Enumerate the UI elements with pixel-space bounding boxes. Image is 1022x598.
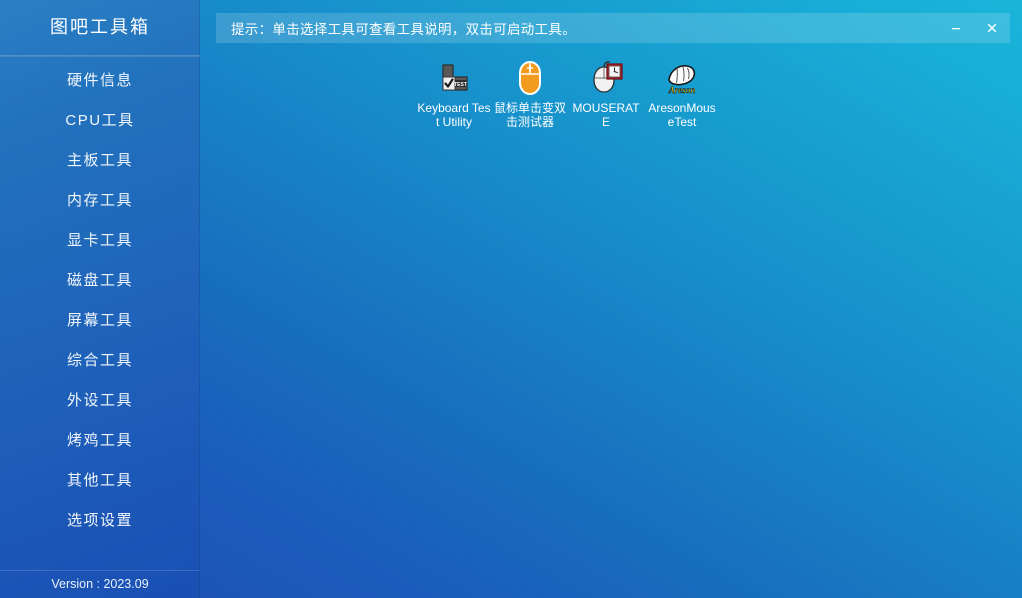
tool-item-areson-mouse-test[interactable]: Areson AresonMouseTest	[644, 55, 720, 129]
sidebar-item-disk-tools[interactable]: 磁盘工具	[0, 261, 200, 301]
sidebar-item-cpu-tools[interactable]: CPU工具	[0, 101, 200, 141]
tool-label: MOUSERATE	[572, 101, 640, 129]
sidebar-item-peripheral-tools[interactable]: 外设工具	[0, 381, 200, 421]
sidebar-menu: 硬件信息 CPU工具 主板工具 内存工具 显卡工具 磁盘工具 屏幕工具 综合工具…	[0, 57, 200, 541]
tool-item-keyboard-test-utility[interactable]: TEST Keyboard Test Utility	[416, 55, 492, 129]
sidebar-footer: Version : 2023.09	[0, 570, 200, 598]
hint-bar: 提示：单击选择工具可查看工具说明，双击可启动工具。	[216, 13, 1010, 43]
orange-mouse-icon	[509, 57, 551, 99]
sidebar-item-gpu-tools[interactable]: 显卡工具	[0, 221, 200, 261]
keyboard-test-icon: TEST	[433, 57, 475, 99]
sidebar-item-stress-test-tools[interactable]: 烤鸡工具	[0, 421, 200, 461]
sidebar-item-hardware-info[interactable]: 硬件信息	[0, 61, 200, 101]
minimize-button[interactable]	[938, 13, 974, 43]
areson-mouse-icon: Areson	[661, 57, 703, 99]
sidebar-item-screen-tools[interactable]: 屏幕工具	[0, 301, 200, 341]
app-title: 图吧工具箱	[50, 17, 150, 37]
sidebar-item-motherboard-tools[interactable]: 主板工具	[0, 141, 200, 181]
window-controls	[938, 13, 1010, 43]
version-label: Version : 2023.09	[51, 577, 149, 591]
sidebar-item-settings[interactable]: 选项设置	[0, 501, 200, 541]
hint-text: 提示：单击选择工具可查看工具说明，双击可启动工具。	[231, 22, 576, 37]
svg-text:Areson: Areson	[668, 85, 696, 95]
mouse-rate-icon	[585, 57, 627, 99]
sidebar-item-memory-tools[interactable]: 内存工具	[0, 181, 200, 221]
main-content: 提示：单击选择工具可查看工具说明，双击可启动工具。 TEST Keyboard …	[200, 0, 1022, 598]
close-icon	[987, 23, 997, 33]
tool-label: Keyboard Test Utility	[417, 101, 491, 129]
sidebar: 图吧工具箱 硬件信息 CPU工具 主板工具 内存工具 显卡工具 磁盘工具 屏幕工…	[0, 0, 200, 598]
tool-item-mouserate[interactable]: MOUSERATE	[568, 55, 644, 129]
tool-label: 鼠标单击变双击测试器	[493, 101, 566, 129]
sidebar-item-other-tools[interactable]: 其他工具	[0, 461, 200, 501]
svg-text:TEST: TEST	[454, 82, 467, 88]
minimize-icon	[952, 28, 960, 30]
app-window: 图吧工具箱 硬件信息 CPU工具 主板工具 内存工具 显卡工具 磁盘工具 屏幕工…	[0, 0, 1022, 598]
close-button[interactable]	[974, 13, 1010, 43]
tool-grid: TEST Keyboard Test Utility 鼠标单击变双击测试器 MO…	[416, 55, 1016, 137]
tool-item-double-click-tester[interactable]: 鼠标单击变双击测试器	[492, 55, 568, 129]
tool-label: AresonMouseTest	[648, 101, 716, 129]
sidebar-item-general-tools[interactable]: 综合工具	[0, 341, 200, 381]
